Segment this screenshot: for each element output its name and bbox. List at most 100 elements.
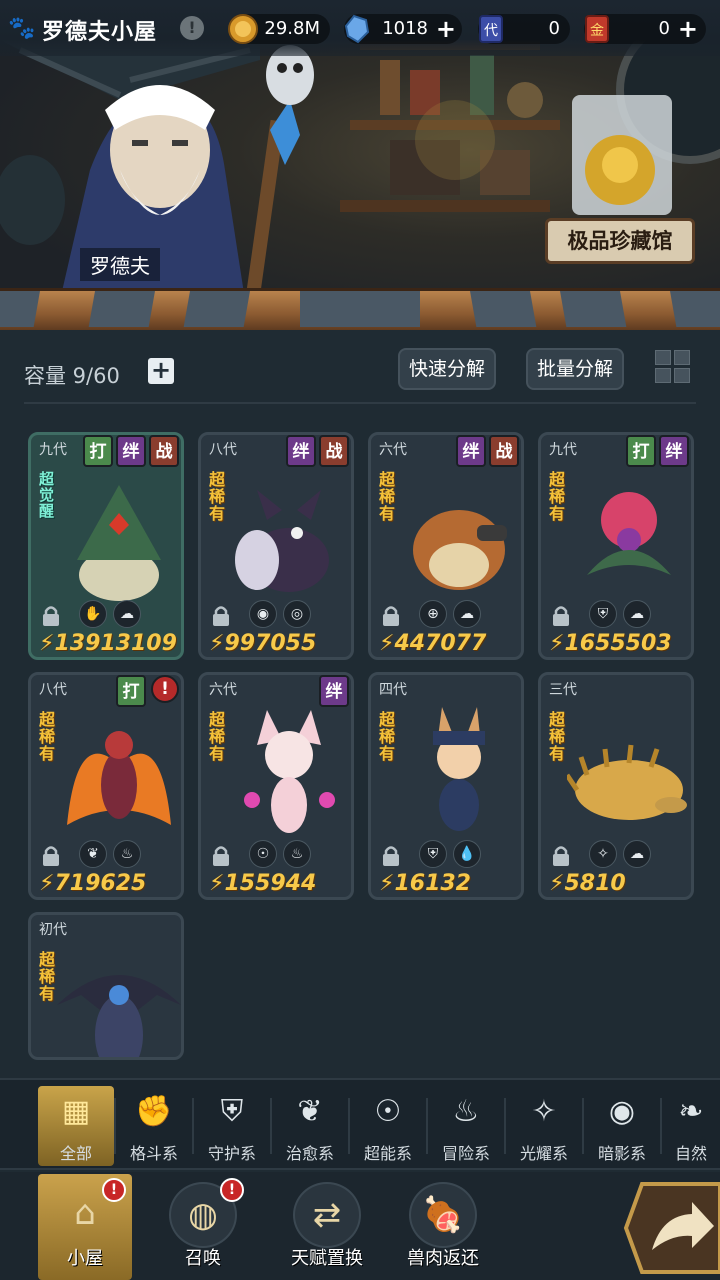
element-icon: ☁ [623,600,651,628]
filter-separator [426,1098,428,1154]
filter-separator [192,1098,194,1154]
forward-arrow-button-icon[interactable] [622,1180,720,1276]
nav-meat[interactable]: 🍖 兽肉返还 [388,1174,498,1280]
pet-attribute-icons: ✧ ☁ [589,840,685,870]
filter-tab-1[interactable]: ✊ 格斗系 [116,1086,192,1166]
lock-icon[interactable] [381,605,401,627]
generation-label: 六代 [379,442,407,458]
lock-icon[interactable] [211,605,231,627]
nav-house[interactable]: ⌂ 小屋! [38,1174,132,1280]
gold-value: 29.8M [264,18,320,39]
element-icon: ☁ [623,840,651,868]
lock-icon[interactable] [381,845,401,867]
generation-label: 八代 [39,682,67,698]
pet-card[interactable]: 初代 超稀有 [28,912,184,1060]
filter-tab-5[interactable]: ♨ 冒险系 [428,1086,504,1166]
grid-view-toggle-icon[interactable] [655,350,693,386]
pet-card[interactable]: 四代 超稀有 ⛨ 💧 ⚡16132 [368,672,524,900]
nav-egg[interactable]: ◍ 召唤! [156,1174,250,1280]
filter-tab-4[interactable]: ☉ 超能系 [350,1086,426,1166]
filter-tab-6[interactable]: ✧ 光耀系 [506,1086,582,1166]
svg-text:代: 代 [484,23,498,39]
nav-swap[interactable]: ⇄ 天赋置换 [272,1174,382,1280]
capacity-add-button[interactable]: + [148,358,174,384]
rarity-badge: 超稀有 [379,710,396,763]
filter-label: 冒险系 [441,1144,490,1163]
pet-card[interactable]: 九代打绊超稀有 ⛨ ☁ ⚡1655503 [538,432,694,660]
tag-ban: 绊 [286,435,316,467]
filter-separator [114,1098,116,1154]
tag-ban: 绊 [319,675,349,707]
fist-icon: ✊ [135,1094,173,1129]
crystal-icon [344,14,370,44]
power-value: ⚡1655503 [549,631,672,656]
pet-portrait [67,731,171,825]
pet-card[interactable]: 九代打绊战超觉醒 ✋ ☁ ⚡13913109 [28,432,184,660]
power-value: ⚡16132 [379,871,471,896]
eye-icon: ◉ [608,1094,636,1129]
batch-decompose-button[interactable]: 批量分解 [526,348,624,390]
generation-label: 八代 [209,442,237,458]
quick-decompose-button[interactable]: 快速分解 [398,348,496,390]
meat-icon: 🍖 [409,1182,477,1248]
tag-da: 打 [116,675,146,707]
alert-badge: ! [220,1178,244,1202]
filter-tab-2[interactable]: ⛨ 守护系 [194,1086,270,1166]
pet-portrait [567,744,687,820]
attribute-icon: ⛨ [589,600,617,628]
pet-attribute-icons: ⛨ ☁ [589,600,685,630]
filter-separator [504,1098,506,1154]
tag-da: 打 [83,435,113,467]
crystal-add-button[interactable]: + [436,17,456,41]
generation-label: 九代 [39,442,67,458]
pet-card[interactable]: 八代打! 超稀有 ❦ ♨ ⚡719625 [28,672,184,900]
sprout-icon: ❦ [297,1094,323,1129]
pet-card[interactable]: 六代绊超稀有 ☉ ♨ ⚡155944 [198,672,354,900]
filter-label: 光耀系 [519,1144,568,1163]
crystal-counter: 1018 + [344,14,462,44]
filter-tab-3[interactable]: ❦ 治愈系 [272,1086,348,1166]
gold-ticket-add-button[interactable]: + [678,17,698,41]
blocks-icon: ▦ [61,1094,91,1129]
filter-tab-7[interactable]: ◉ 暗影系 [584,1086,660,1166]
bottom-nav: ⌂ 小屋! ◍ 召唤! ⇄ 天赋置换 🍖 兽肉返还 [0,1172,720,1280]
leaf-icon: ❧ [678,1094,704,1129]
filter-tab-0[interactable]: ▦ 全部 [38,1086,114,1166]
attribute-icon: ✧ [589,840,617,868]
gold-ticket-counter: 金 0 + [584,14,706,44]
element-icon: ◎ [283,600,311,628]
treasure-gallery-button[interactable]: 极品珍藏馆 [545,218,695,264]
rarity-badge: 超稀有 [549,710,566,763]
tag-ban: 绊 [456,435,486,467]
generation-label: 四代 [379,682,407,698]
power-value: ⚡719625 [39,871,147,896]
pet-card[interactable]: 三代 超稀有 ✧ ☁ ⚡5810 [538,672,694,900]
element-icon: ♨ [283,840,311,868]
pet-portrait [57,975,181,1057]
info-button[interactable]: ! [180,16,204,40]
generation-label: 初代 [39,922,67,938]
shield-icon: ⛨ [220,1094,244,1129]
pet-portrait [433,707,485,831]
lock-icon[interactable] [211,845,231,867]
lock-icon[interactable] [551,605,571,627]
attribute-icon: ◉ [249,600,277,628]
filter-label: 全部 [59,1144,92,1163]
lock-icon[interactable] [41,845,61,867]
lock-icon[interactable] [551,845,571,867]
star-burst-icon: ✧ [531,1094,557,1129]
filter-label: 超能系 [363,1144,412,1163]
pet-attribute-icons: ✋ ☁ [79,600,175,630]
swap-icon: ⇄ [293,1182,361,1248]
rarity-badge: 超稀有 [379,470,396,523]
lock-icon[interactable] [41,605,61,627]
gold-coin-icon [228,14,258,44]
rarity-badge: 超稀有 [209,710,226,763]
type-filter-bar: ▦ 全部 ✊ 格斗系 ⛨ 守护系 ❦ 治愈系 ☉ 超能系 ♨ 冒险系 ✧ 光耀系 ◉ 暗影系 ❧… [0,1078,720,1170]
filter-separator [270,1098,272,1154]
filter-tab-8[interactable]: ❧ 自然 [662,1086,720,1166]
attribute-icon: ⊕ [419,600,447,628]
wooden-shelf-divider [0,288,720,330]
pet-card[interactable]: 八代绊战超稀有 ◉ ◎ ⚡997055 [198,432,354,660]
pet-card[interactable]: 六代绊战超稀有 ⊕ ☁ ⚡447077 [368,432,524,660]
